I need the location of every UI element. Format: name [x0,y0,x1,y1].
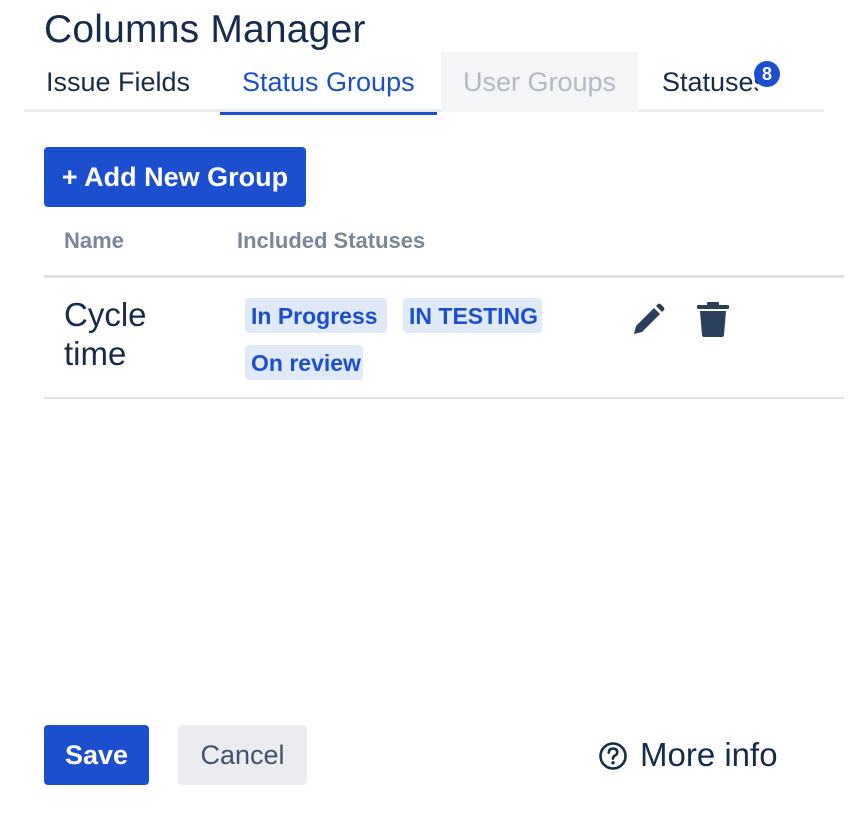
statuses-count-badge: 8 [754,61,780,87]
status-lozenge: IN TESTING [403,298,542,333]
pencil-icon [634,303,665,334]
add-new-group-button[interactable]: + Add New Group [44,147,306,207]
tab-statuses-label: Statuses [662,67,758,97]
trash-icon [697,302,729,337]
tab-statuses[interactable]: Statuses 8 [640,52,780,112]
page-title: Columns Manager [44,8,366,51]
tab-status-groups[interactable]: Status Groups [220,52,437,115]
status-lozenge: In Progress [245,298,387,333]
group-name: Cycle time [64,296,147,372]
column-header-included-statuses: Included Statuses [237,228,426,253]
table-row: Cycle time In Progress IN TESTING On rev… [44,278,844,399]
cancel-button[interactable]: Cancel [178,725,307,785]
column-header-name: Name [64,228,124,253]
more-info-label: More info [640,736,778,773]
columns-manager-dialog: Columns Manager Issue Fields Status Grou… [0,0,850,820]
question-circle-icon [599,742,627,770]
tab-bar: Issue Fields Status Groups User Groups S… [24,52,824,115]
edit-group-button[interactable] [628,300,668,340]
tab-issue-fields[interactable]: Issue Fields [24,52,212,112]
save-button[interactable]: Save [44,725,149,785]
tab-user-groups[interactable]: User Groups [441,52,638,112]
delete-group-button[interactable] [693,300,733,340]
status-lozenge: On review [245,345,363,380]
